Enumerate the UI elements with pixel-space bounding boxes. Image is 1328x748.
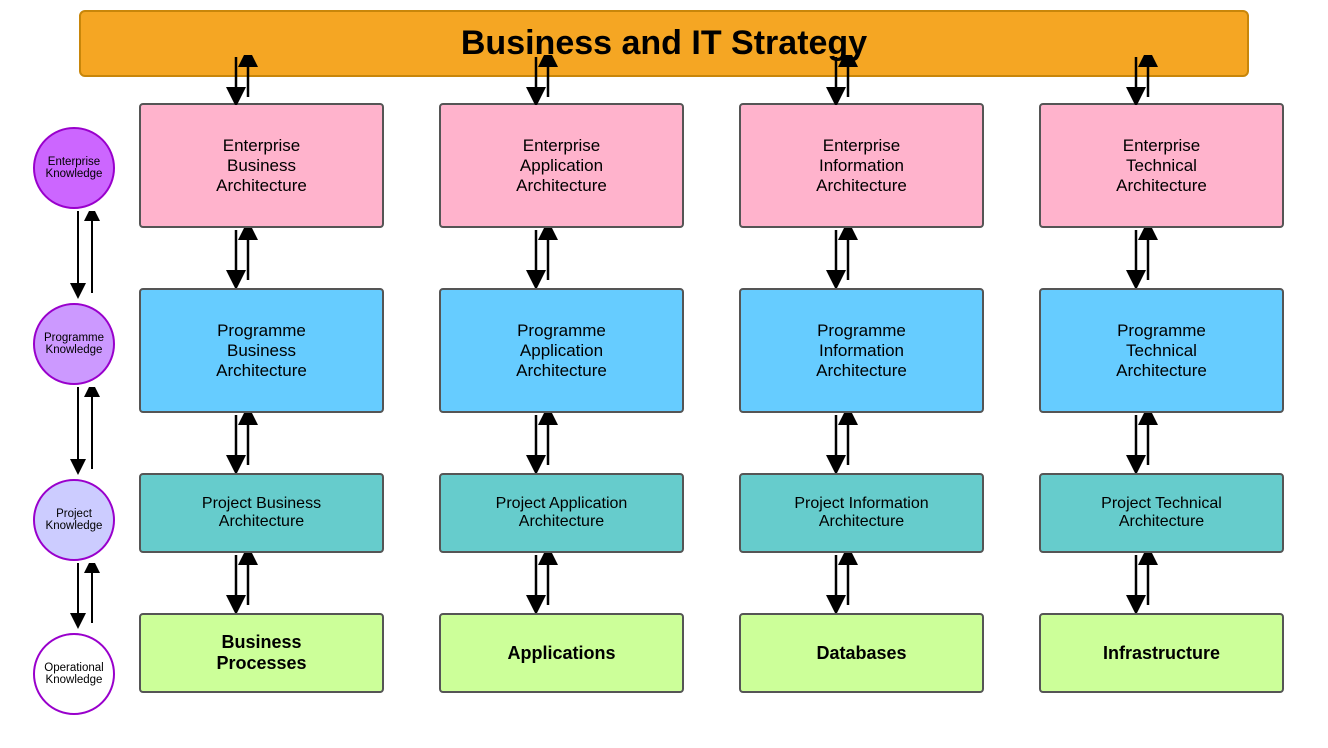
sidebar-arrow-1u [83,211,101,303]
arrow-e-p-col1 [224,228,260,288]
circle-operational: Operational Knowledge [33,633,115,715]
box-programme-business: Programme Business Architecture [139,288,384,413]
arrow-proj-op-col2 [524,553,560,613]
box-project-business-label: Project Business Architecture [202,495,321,531]
box-enterprise-business: Enterprise Business Architecture [139,103,384,228]
box-enterprise-technical-label: Enterprise Technical Architecture [1116,136,1207,196]
circle-programme-label: Programme Knowledge [44,332,104,356]
box-enterprise-application-label: Enterprise Application Architecture [516,136,607,196]
box-programme-technical-label: Programme Technical Architecture [1116,321,1207,381]
box-enterprise-information: Enterprise Information Architecture [739,103,984,228]
box-programme-technical: Programme Technical Architecture [1039,288,1284,413]
arrow-proj-op-col1 [224,553,260,613]
circle-project: Project Knowledge [33,479,115,561]
box-databases-label: Databases [816,643,906,664]
box-enterprise-business-label: Enterprise Business Architecture [216,136,307,196]
circle-project-label: Project Knowledge [46,508,103,532]
box-project-application-label: Project Application Architecture [496,495,628,531]
main-container: Business and IT Strategy Enterprise Know… [0,0,1328,748]
top-arrow-col3 [824,55,860,105]
arrow-e-p-col2 [524,228,560,288]
box-programme-application: Programme Application Architecture [439,288,684,413]
arrow-e-p-col3 [824,228,860,288]
box-operational-applications: Applications [439,613,684,693]
sidebar-arrow-3u [83,563,101,633]
arrow-proj-op-col4 [1124,553,1160,613]
sidebar-arrow-2u [83,387,101,479]
arrow-p-proj-col2 [524,413,560,473]
circle-enterprise: Enterprise Knowledge [33,127,115,209]
diagram-area: Enterprise Knowledge Programme Knowledge… [29,85,1299,738]
box-programme-information: Programme Information Architecture [739,288,984,413]
box-infrastructure-label: Infrastructure [1103,643,1220,664]
box-enterprise-application: Enterprise Application Architecture [439,103,684,228]
box-project-information-label: Project Information Architecture [794,495,928,531]
box-applications-label: Applications [507,643,615,664]
box-project-technical: Project Technical Architecture [1039,473,1284,553]
top-arrow-col1 [224,55,260,105]
arrow-p-proj-col4 [1124,413,1160,473]
box-business-processes-label: Business Processes [216,632,306,674]
top-arrow-col4 [1124,55,1160,105]
circle-enterprise-label: Enterprise Knowledge [46,156,103,180]
page-title: Business and IT Strategy [101,24,1227,63]
box-project-technical-label: Project Technical Architecture [1101,495,1222,531]
box-programme-application-label: Programme Application Architecture [516,321,607,381]
box-operational-databases: Databases [739,613,984,693]
box-programme-business-label: Programme Business Architecture [216,321,307,381]
box-project-business: Project Business Architecture [139,473,384,553]
arrow-proj-op-col3 [824,553,860,613]
box-programme-information-label: Programme Information Architecture [816,321,907,381]
arrow-e-p-col4 [1124,228,1160,288]
box-project-application: Project Application Architecture [439,473,684,553]
box-operational-infrastructure: Infrastructure [1039,613,1284,693]
top-arrow-col2 [524,55,560,105]
arrow-p-proj-col3 [824,413,860,473]
box-operational-business-processes: Business Processes [139,613,384,693]
box-enterprise-information-label: Enterprise Information Architecture [816,136,907,196]
circle-operational-label: Operational Knowledge [44,662,103,686]
circle-programme: Programme Knowledge [33,303,115,385]
box-enterprise-technical: Enterprise Technical Architecture [1039,103,1284,228]
box-project-information: Project Information Architecture [739,473,984,553]
arrow-p-proj-col1 [224,413,260,473]
